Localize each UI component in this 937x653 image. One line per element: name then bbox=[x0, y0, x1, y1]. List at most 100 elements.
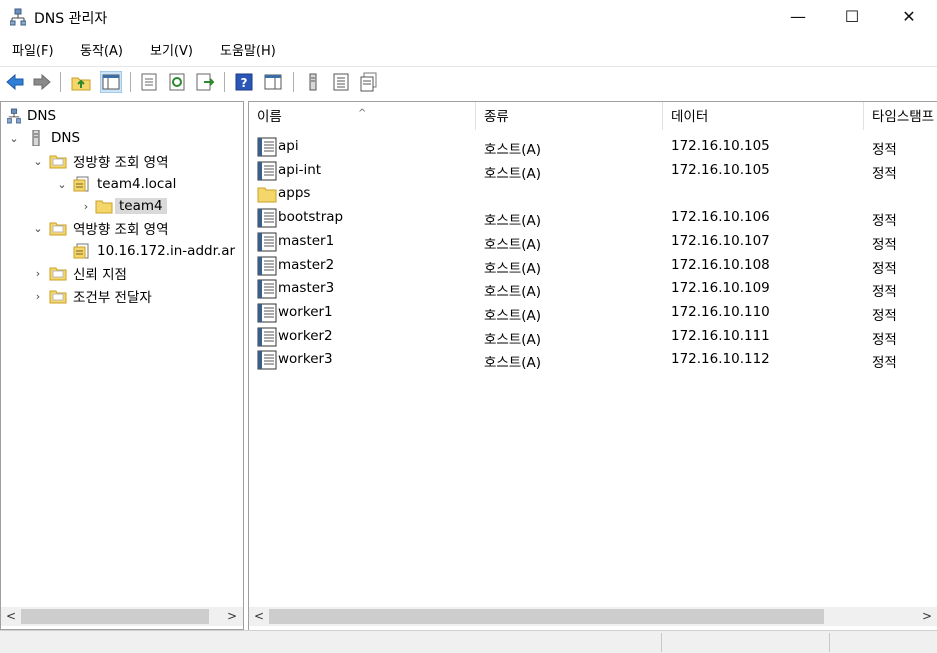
host-record-icon bbox=[257, 161, 277, 181]
menu-file[interactable]: 파일(F) bbox=[12, 40, 54, 59]
table-row[interactable]: worker2 호스트(A) 172.16.10.111 정적 bbox=[249, 325, 937, 349]
console-tree[interactable]: DNS ⌄ DNS ⌄ 정방향 조회 영역 ⌄ team4.local › te… bbox=[0, 101, 244, 630]
show-hide-tree-icon[interactable] bbox=[100, 71, 122, 93]
host-record-icon bbox=[257, 303, 277, 323]
tree-item-dns-root[interactable]: DNS bbox=[7, 105, 56, 127]
toolbar: ? bbox=[0, 66, 937, 96]
tree-item-label: 역방향 조회 영역 bbox=[73, 222, 169, 238]
cell-data: 172.16.10.109 bbox=[671, 280, 770, 297]
cell-type: 호스트(A) bbox=[484, 307, 542, 324]
help-icon[interactable]: ? bbox=[233, 71, 255, 93]
chevron-right-icon[interactable]: › bbox=[79, 200, 93, 213]
maximize-button[interactable]: ☐ bbox=[829, 0, 875, 34]
list-horizontal-scrollbar[interactable]: < > bbox=[249, 607, 937, 626]
host-record-icon bbox=[257, 137, 277, 157]
column-header-timestamp[interactable]: 타임스탬프 bbox=[864, 102, 937, 130]
tree-item-dns-server[interactable]: ⌄ DNS bbox=[7, 127, 80, 149]
results-list[interactable]: 이름 ^ 종류 데이터 타임스탬프 api 호스트(A) 172.16.10.105… bbox=[248, 101, 937, 630]
tree-item-label: 신뢰 지점 bbox=[73, 267, 127, 283]
cell-name: api-int bbox=[278, 161, 322, 178]
chevron-right-icon[interactable]: › bbox=[31, 290, 45, 303]
column-header-label: 이름 bbox=[257, 109, 282, 125]
folder-icon bbox=[49, 155, 67, 169]
chevron-down-icon[interactable]: ⌄ bbox=[7, 132, 21, 145]
scrollbar-thumb[interactable] bbox=[269, 609, 824, 624]
forward-icon[interactable] bbox=[31, 71, 53, 93]
close-button[interactable]: ✕ bbox=[886, 0, 932, 34]
cell-name: worker1 bbox=[278, 303, 333, 320]
scroll-left-arrow-icon[interactable]: < bbox=[251, 607, 267, 626]
list-icon[interactable] bbox=[330, 71, 352, 93]
tree-horizontal-scrollbar[interactable]: < > bbox=[1, 607, 243, 626]
cell-type: 호스트(A) bbox=[484, 236, 542, 253]
up-folder-icon[interactable] bbox=[70, 71, 92, 93]
cell-timestamp: 정적 bbox=[872, 331, 897, 348]
tree-item-trust-points[interactable]: › 신뢰 지점 bbox=[31, 262, 127, 284]
scroll-right-arrow-icon[interactable]: > bbox=[919, 607, 935, 626]
table-row[interactable]: apps bbox=[249, 182, 937, 206]
column-header-type[interactable]: 종류 bbox=[476, 102, 663, 130]
cell-data: 172.16.10.105 bbox=[671, 138, 770, 154]
toolbar-separator bbox=[60, 72, 61, 92]
cell-timestamp: 정적 bbox=[872, 142, 897, 158]
scroll-right-arrow-icon[interactable]: > bbox=[224, 607, 240, 626]
properties-icon[interactable] bbox=[138, 71, 160, 93]
cell-timestamp: 정적 bbox=[872, 355, 897, 372]
menu-view[interactable]: 보기(V) bbox=[150, 40, 193, 59]
zone-icon bbox=[73, 243, 89, 259]
table-row[interactable]: api 호스트(A) 172.16.10.105 정적 bbox=[249, 135, 937, 159]
chevron-down-icon[interactable]: ⌄ bbox=[31, 155, 45, 168]
tree-item-label: 조건부 전달자 bbox=[73, 290, 152, 306]
chevron-right-icon[interactable]: › bbox=[31, 267, 45, 280]
window-title: DNS 관리자 bbox=[34, 11, 108, 27]
table-row[interactable]: bootstrap 호스트(A) 172.16.10.106 정적 bbox=[249, 206, 937, 230]
record-icon[interactable] bbox=[358, 71, 380, 93]
tree-item-reverse-zone-item[interactable]: 10.16.172.in-addr.ar bbox=[73, 240, 235, 262]
tree-item-conditional-forwarders[interactable]: › 조건부 전달자 bbox=[31, 285, 152, 307]
chevron-down-icon[interactable]: ⌄ bbox=[55, 178, 69, 191]
sort-ascending-icon: ^ bbox=[358, 108, 367, 119]
scroll-left-arrow-icon[interactable]: < bbox=[3, 607, 19, 626]
table-row[interactable]: worker3 호스트(A) 172.16.10.112 정적 bbox=[249, 348, 937, 372]
tree-item-team4[interactable]: › team4 bbox=[79, 195, 167, 217]
tree-item-label: DNS bbox=[27, 108, 57, 124]
tree-item-label: DNS bbox=[51, 130, 81, 146]
server-icon[interactable] bbox=[302, 71, 324, 93]
tree-item-reverse-zone[interactable]: ⌄ 역방향 조회 영역 bbox=[31, 217, 169, 239]
table-row[interactable]: api-int 호스트(A) 172.16.10.105 정적 bbox=[249, 159, 937, 183]
table-row[interactable]: master2 호스트(A) 172.16.10.108 정적 bbox=[249, 254, 937, 278]
folder-icon bbox=[49, 290, 67, 304]
menu-action[interactable]: 동작(A) bbox=[80, 40, 123, 59]
cell-name: apps bbox=[278, 185, 311, 202]
chevron-down-icon[interactable]: ⌄ bbox=[31, 222, 45, 235]
cell-data: 172.16.10.105 bbox=[671, 161, 770, 178]
table-row[interactable]: worker1 호스트(A) 172.16.10.110 정적 bbox=[249, 301, 937, 325]
tree-item-zone-team4-local[interactable]: ⌄ team4.local bbox=[55, 173, 176, 195]
tree-item-label: team4 bbox=[115, 198, 167, 214]
action-pane-icon[interactable] bbox=[262, 71, 284, 93]
folder-icon bbox=[257, 187, 277, 203]
host-record-icon bbox=[257, 350, 277, 370]
cell-timestamp: 정적 bbox=[872, 260, 897, 277]
scrollbar-thumb[interactable] bbox=[21, 609, 209, 624]
tree-item-forward-zone[interactable]: ⌄ 정방향 조회 영역 bbox=[31, 150, 168, 172]
menu-help[interactable]: 도움말(H) bbox=[220, 40, 276, 59]
folder-icon bbox=[95, 200, 113, 214]
toolbar-separator bbox=[293, 72, 294, 92]
refresh-icon[interactable] bbox=[166, 71, 188, 93]
cell-data: 172.16.10.108 bbox=[671, 256, 770, 273]
cell-type: 호스트(A) bbox=[484, 355, 542, 372]
table-row[interactable]: master1 호스트(A) 172.16.10.107 정적 bbox=[249, 230, 937, 254]
cell-name: master3 bbox=[278, 280, 335, 297]
column-header-data[interactable]: 데이터 bbox=[663, 102, 864, 130]
tree-item-label: team4.local bbox=[97, 176, 177, 192]
host-record-icon bbox=[257, 279, 277, 299]
cell-name: bootstrap bbox=[278, 209, 344, 226]
export-icon[interactable] bbox=[194, 71, 216, 93]
dns-app-icon bbox=[10, 8, 26, 26]
back-icon[interactable] bbox=[4, 71, 26, 93]
column-header-name[interactable]: 이름 ^ bbox=[249, 102, 476, 130]
table-row[interactable]: master3 호스트(A) 172.16.10.109 정적 bbox=[249, 277, 937, 301]
status-separator bbox=[829, 633, 830, 652]
minimize-button[interactable]: — bbox=[775, 0, 821, 34]
